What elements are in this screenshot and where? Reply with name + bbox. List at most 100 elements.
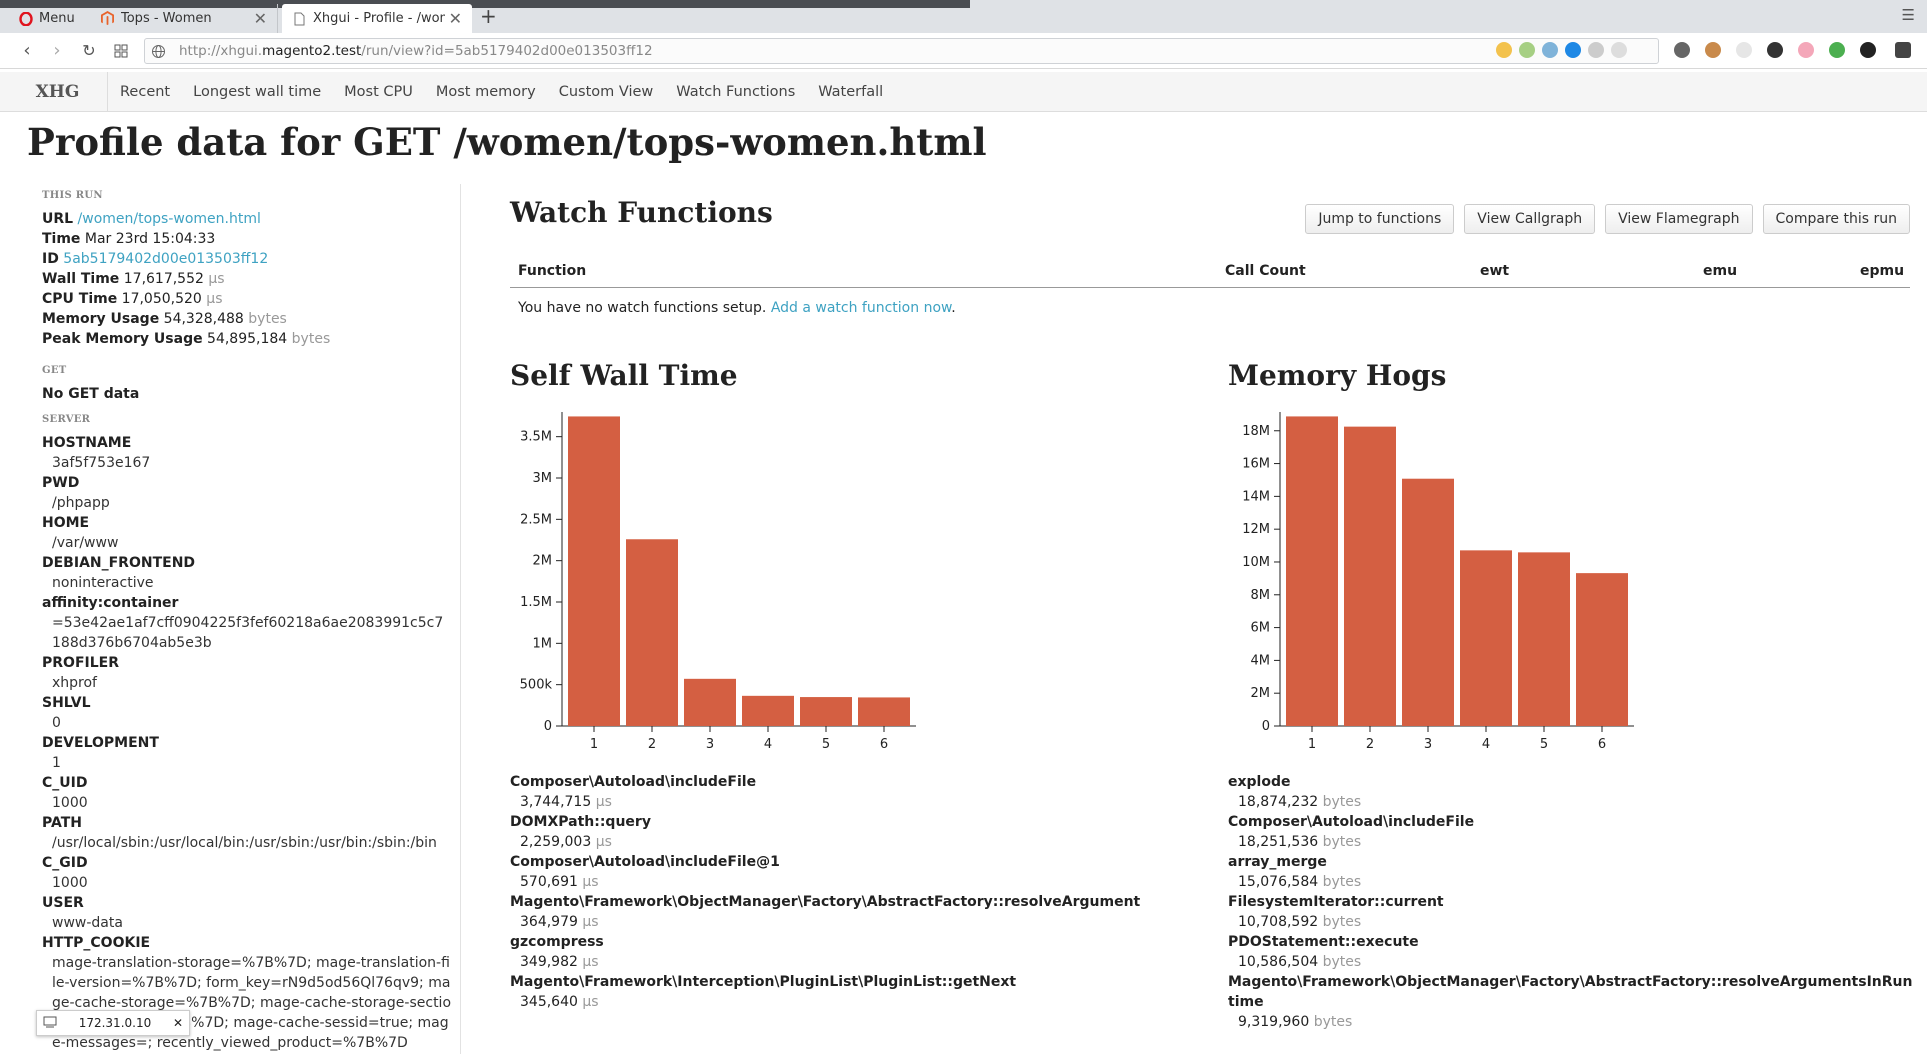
col-emu[interactable]: emu bbox=[1703, 263, 1737, 279]
function-value: 18,251,536 bytes bbox=[1238, 834, 1362, 850]
watch-functions-heading: Watch Functions bbox=[510, 196, 773, 229]
function-name[interactable]: Composer\Autoload\includeFile bbox=[510, 772, 1200, 792]
browser-menu-label: Menu bbox=[39, 11, 75, 26]
chart-bar bbox=[1576, 573, 1628, 726]
function-name[interactable]: Composer\Autoload\includeFile@1 bbox=[510, 852, 1200, 872]
col-epmu[interactable]: epmu bbox=[1860, 263, 1904, 279]
view-callgraph-button[interactable]: View Callgraph bbox=[1464, 204, 1596, 234]
new-tab-icon[interactable]: + bbox=[480, 4, 497, 28]
view-flamegraph-button[interactable]: View Flamegraph bbox=[1605, 204, 1753, 234]
function-name[interactable]: Magento\Framework\Interception\PluginLis… bbox=[510, 972, 1200, 992]
extension-icon[interactable] bbox=[1611, 42, 1627, 58]
cookie-icon[interactable] bbox=[1705, 42, 1721, 58]
function-name[interactable]: Magento\Framework\ObjectManager\Factory\… bbox=[510, 892, 1200, 912]
function-name[interactable]: Composer\Autoload\includeFile bbox=[1228, 812, 1918, 832]
x-tick-label: 5 bbox=[1540, 737, 1548, 752]
nav-link-watch-functions[interactable]: Watch Functions bbox=[676, 72, 795, 112]
close-tab-icon[interactable]: ✕ bbox=[449, 9, 462, 28]
extension-icon[interactable] bbox=[1767, 42, 1783, 58]
nav-link-recent[interactable]: Recent bbox=[120, 72, 170, 112]
list-item: Composer\Autoload\includeFile 3,744,715 µ… bbox=[510, 772, 1200, 812]
jump-to-functions-button[interactable]: Jump to functions bbox=[1305, 204, 1455, 234]
forward-icon[interactable]: › bbox=[46, 40, 68, 62]
y-tick-label: 0 bbox=[544, 719, 552, 734]
reload-icon[interactable]: ↻ bbox=[78, 40, 100, 62]
run-url-link[interactable]: /women/tops-women.html bbox=[78, 211, 261, 227]
x-tick-label: 2 bbox=[1366, 737, 1374, 752]
opera-logo-icon bbox=[18, 11, 33, 26]
function-value: 349,982 µs bbox=[520, 954, 599, 970]
nav-link-most-cpu[interactable]: Most CPU bbox=[344, 72, 413, 112]
run-url: URL /women/tops-women.html bbox=[42, 211, 261, 227]
run-id-link[interactable]: 5ab5179402d00e013503ff12 bbox=[63, 251, 268, 267]
col-call-count[interactable]: Call Count bbox=[1225, 263, 1306, 279]
extension-icon[interactable] bbox=[1542, 42, 1558, 58]
run-memory-usage: Memory Usage 54,328,488 bytes bbox=[42, 311, 287, 327]
tab-menu-icon[interactable]: ☰ bbox=[1902, 6, 1915, 24]
server-value: www-data bbox=[52, 915, 123, 931]
extension-icon[interactable] bbox=[1496, 42, 1512, 58]
col-function[interactable]: Function bbox=[518, 263, 586, 279]
y-tick-label: 12M bbox=[1242, 522, 1270, 537]
extension-icon[interactable] bbox=[1519, 42, 1535, 58]
nav-link-waterfall[interactable]: Waterfall bbox=[818, 72, 883, 112]
extension-icon[interactable] bbox=[1829, 42, 1845, 58]
function-name[interactable]: DOMXPath::query bbox=[510, 812, 1200, 832]
function-value: 9,319,960 bytes bbox=[1238, 1014, 1353, 1030]
chart-bar bbox=[742, 695, 794, 726]
memory-hogs-list: explode 18,874,232 bytes Composer\Autoload… bbox=[1228, 772, 1918, 1032]
self-wall-time-heading: Self Wall Time bbox=[510, 359, 738, 392]
battery-icon[interactable] bbox=[1895, 42, 1911, 58]
function-value: 570,691 µs bbox=[520, 874, 599, 890]
extension-icon[interactable] bbox=[1736, 42, 1752, 58]
extension-icon[interactable] bbox=[1588, 42, 1604, 58]
server-value: 0 bbox=[52, 715, 61, 731]
url-field[interactable]: http://xhgui.magento2.test/run/view?id=5… bbox=[144, 38, 1659, 64]
function-name[interactable]: gzcompress bbox=[510, 932, 1200, 952]
browser-tab-tops-women[interactable]: Tops - Women ✕ bbox=[90, 4, 278, 33]
y-tick-label: 3.5M bbox=[520, 430, 552, 445]
no-watch-functions-message: You have no watch functions setup. Add a… bbox=[518, 300, 956, 316]
function-name[interactable]: FilesystemIterator::current bbox=[1228, 892, 1918, 912]
x-tick-label: 6 bbox=[1598, 737, 1606, 752]
browser-tab-xhgui[interactable]: Xhgui - Profile - /women ✕ bbox=[282, 4, 472, 33]
close-tab-icon[interactable]: ✕ bbox=[254, 9, 267, 28]
add-watch-function-link[interactable]: Add a watch function now bbox=[771, 300, 951, 316]
compare-run-button[interactable]: Compare this run bbox=[1762, 204, 1910, 234]
back-icon[interactable]: ‹ bbox=[16, 40, 38, 62]
settings-icon[interactable] bbox=[1674, 42, 1690, 58]
function-name[interactable]: explode bbox=[1228, 772, 1918, 792]
nav-link-longest-wall-time[interactable]: Longest wall time bbox=[193, 72, 321, 112]
server-key: PWD bbox=[42, 475, 80, 491]
nav-link-custom-view[interactable]: Custom View bbox=[559, 72, 654, 112]
function-value: 3,744,715 µs bbox=[520, 794, 612, 810]
nav-link-most-memory[interactable]: Most memory bbox=[436, 72, 536, 112]
close-icon[interactable]: ✕ bbox=[173, 1016, 183, 1030]
list-item: Magento\Framework\ObjectManager\Factory\… bbox=[1228, 972, 1918, 1032]
function-name[interactable]: array_merge bbox=[1228, 852, 1918, 872]
browser-menu-button[interactable]: Menu bbox=[8, 4, 88, 33]
server-value: 1000 bbox=[52, 875, 88, 891]
function-value: 364,979 µs bbox=[520, 914, 599, 930]
speed-dial-icon[interactable] bbox=[110, 40, 132, 62]
list-item: PDOStatement::execute 10,586,504 bytes bbox=[1228, 932, 1918, 972]
table-header: Function Call Count ewt emu epmu bbox=[510, 256, 1910, 288]
function-name[interactable]: PDOStatement::execute bbox=[1228, 932, 1918, 952]
x-tick-label: 5 bbox=[822, 737, 830, 752]
extension-icon[interactable] bbox=[1565, 42, 1581, 58]
function-value: 18,874,232 bytes bbox=[1238, 794, 1362, 810]
self-wall-time-panel: Self Wall Time 0 500k 1M 1.5M 2M 2.5M 3M 3.5M 1 2… bbox=[510, 359, 1200, 1012]
network-icon bbox=[43, 1016, 57, 1031]
server-value: 1000 bbox=[52, 795, 88, 811]
function-name[interactable]: Magento\Framework\ObjectManager\Factory\… bbox=[1228, 972, 1918, 1012]
server-value: 3af5f753e167 bbox=[52, 455, 151, 471]
extension-icon[interactable] bbox=[1798, 42, 1814, 58]
run-id: ID 5ab5179402d00e013503ff12 bbox=[42, 251, 269, 267]
run-peak-memory: Peak Memory Usage 54,895,184 bytes bbox=[42, 331, 331, 347]
col-ewt[interactable]: ewt bbox=[1480, 263, 1509, 279]
ip-address: 172.31.0.10 bbox=[78, 1016, 152, 1030]
section-heading-get: GET bbox=[42, 365, 67, 376]
brand-logo[interactable]: XHG bbox=[8, 72, 108, 112]
server-value: mage-translation-storage=%7B%7D; mage-tr… bbox=[52, 955, 452, 1051]
extension-icon[interactable] bbox=[1860, 42, 1876, 58]
